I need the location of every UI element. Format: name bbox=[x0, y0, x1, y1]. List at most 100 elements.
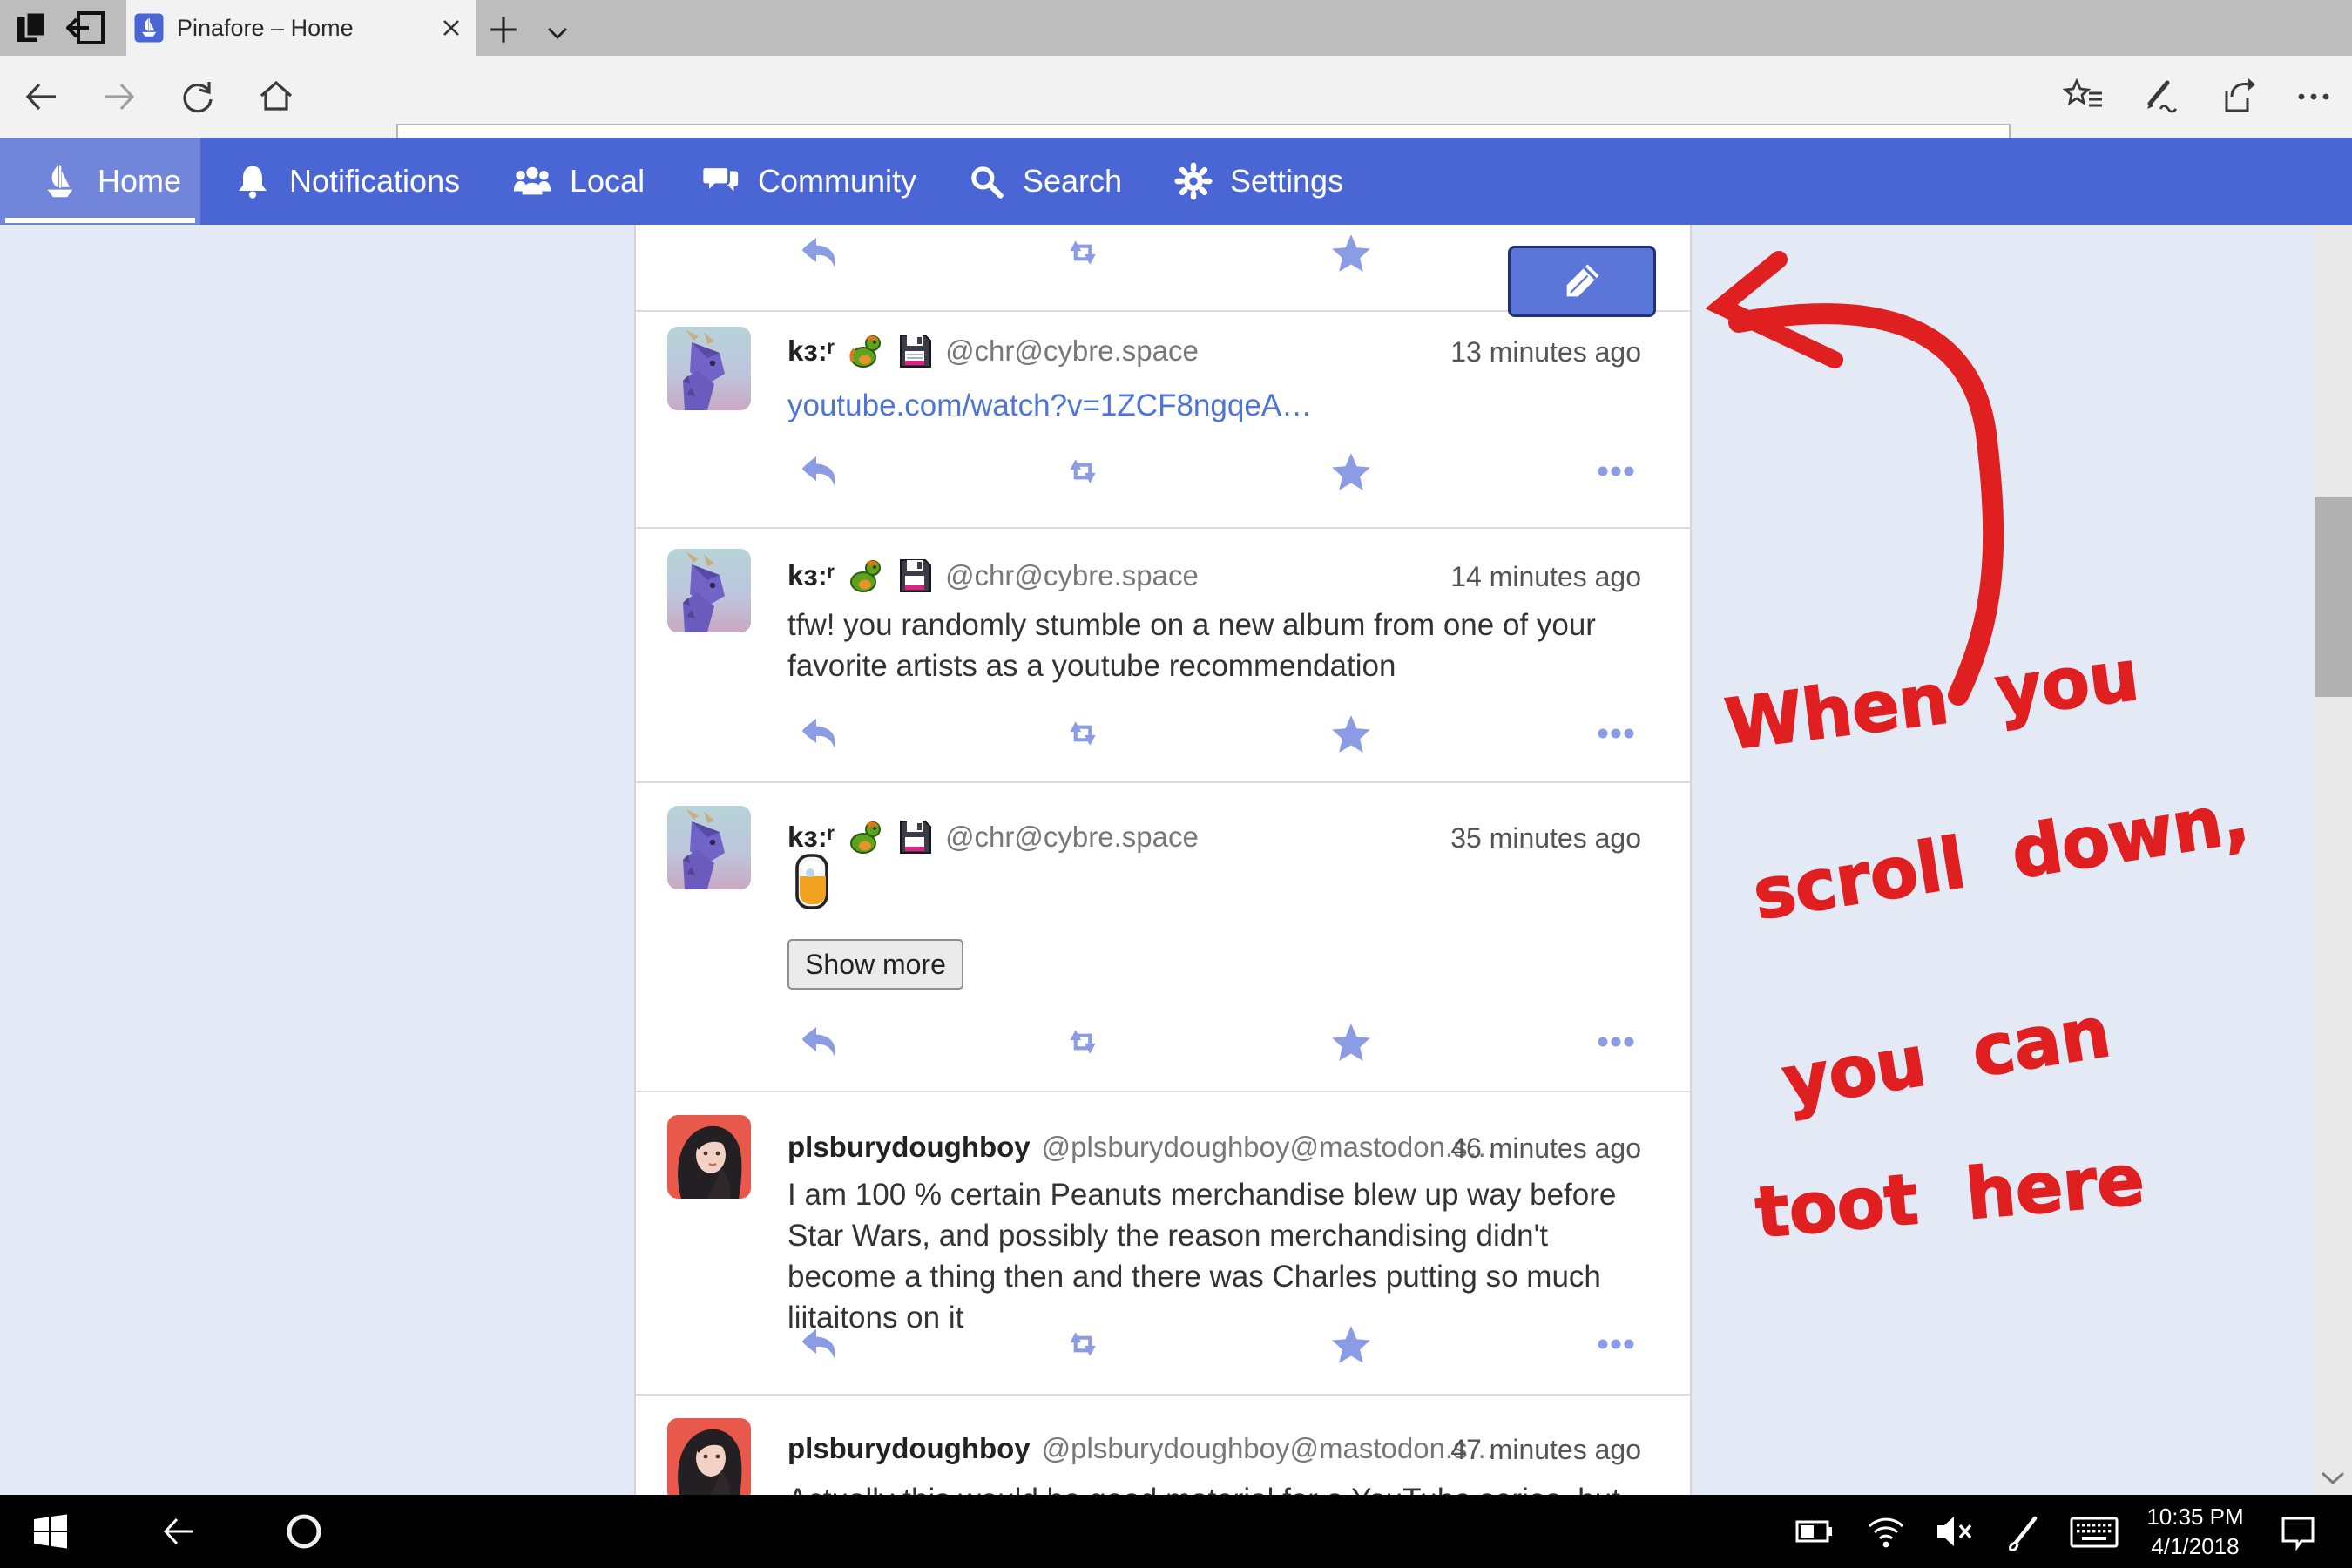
close-icon[interactable] bbox=[436, 12, 467, 44]
pinafore-favicon bbox=[133, 12, 165, 44]
nav-label: Home bbox=[98, 163, 181, 199]
home-icon[interactable] bbox=[255, 76, 297, 118]
web-note-icon[interactable] bbox=[2139, 76, 2181, 118]
star-icon[interactable] bbox=[1329, 232, 1371, 274]
ellipsis-icon[interactable] bbox=[1595, 450, 1637, 492]
timeline-viewport: kɜ:ʳ @chr@cybre.space 13 minutes ago you… bbox=[0, 225, 2352, 1495]
toot-header: plsburydoughboy @plsburydoughboy@mastodo… bbox=[787, 1429, 1497, 1469]
drink-emoji bbox=[789, 854, 836, 911]
nav-item-home[interactable]: Home bbox=[0, 138, 200, 225]
tab-preview-icon[interactable] bbox=[12, 7, 54, 49]
new-tab-icon[interactable] bbox=[484, 9, 526, 51]
set-aside-tabs-icon[interactable] bbox=[66, 7, 108, 49]
nav-item-search[interactable]: Search bbox=[967, 138, 1122, 225]
toot-content: youtube.com/watch?v=1ZCF8ngqeA… bbox=[787, 385, 1637, 426]
people-icon bbox=[512, 161, 552, 201]
toot-header: kɜ:ʳ @chr@cybre.space bbox=[787, 817, 1199, 857]
cortana-icon[interactable] bbox=[282, 1510, 326, 1553]
tab-chevron-icon[interactable] bbox=[540, 12, 582, 54]
reply-icon[interactable] bbox=[798, 450, 840, 492]
browser-tab-bar: Pinafore – Home bbox=[0, 0, 2352, 56]
toot-header: kɜ:ʳ @chr@cybre.space bbox=[787, 331, 1199, 371]
pen-icon[interactable] bbox=[2004, 1511, 2044, 1551]
magnifier-icon bbox=[967, 162, 1005, 200]
display-name: plsburydoughboy bbox=[787, 1432, 1031, 1465]
account-handle: @plsburydoughboy@mastodon.s… bbox=[1042, 1432, 1497, 1465]
timestamp: 47 minutes ago bbox=[1450, 1434, 1641, 1466]
account-handle: @plsburydoughboy@mastodon.s… bbox=[1042, 1131, 1497, 1164]
avatar[interactable] bbox=[667, 1115, 751, 1199]
star-icon[interactable] bbox=[1329, 1021, 1371, 1063]
toot-link[interactable]: youtube.com/watch?v=1ZCF8ngqeA… bbox=[787, 389, 1312, 422]
compose-toot-button[interactable] bbox=[1508, 246, 1656, 317]
star-icon[interactable] bbox=[1329, 713, 1371, 754]
toot: kɜ:ʳ @chr@cybre.space 13 minutes ago you… bbox=[636, 312, 1690, 529]
dragon-emoji bbox=[846, 332, 884, 370]
boost-icon[interactable] bbox=[1064, 1021, 1105, 1063]
taskbar-back-icon[interactable] bbox=[159, 1511, 199, 1551]
display-name: plsburydoughboy bbox=[787, 1131, 1031, 1164]
account-handle: @chr@cybre.space bbox=[945, 335, 1199, 368]
timestamp: 35 minutes ago bbox=[1450, 822, 1641, 855]
annotation-line: toot here bbox=[1753, 1139, 2148, 1254]
avatar[interactable] bbox=[667, 1418, 751, 1495]
boost-icon[interactable] bbox=[1064, 713, 1105, 754]
taskbar-clock[interactable]: 10:35 PM 4/1/2018 bbox=[2126, 1502, 2265, 1561]
display-name: kɜ:ʳ bbox=[787, 559, 835, 592]
star-icon[interactable] bbox=[1329, 1323, 1371, 1365]
annotation-line: When you bbox=[1721, 635, 2143, 766]
ellipsis-icon[interactable] bbox=[1595, 713, 1637, 754]
nav-item-notifications[interactable]: Notifications bbox=[233, 138, 460, 225]
nav-item-community[interactable]: Community bbox=[700, 138, 916, 225]
share-icon[interactable] bbox=[2216, 76, 2258, 118]
boost-icon[interactable] bbox=[1064, 1323, 1105, 1365]
boost-icon[interactable] bbox=[1064, 450, 1105, 492]
boost-icon[interactable] bbox=[1064, 232, 1105, 274]
windows-taskbar: 10:35 PM 4/1/2018 bbox=[0, 1495, 2352, 1568]
avatar[interactable] bbox=[667, 806, 751, 889]
avatar[interactable] bbox=[667, 549, 751, 632]
back-icon[interactable] bbox=[20, 76, 62, 118]
reply-icon[interactable] bbox=[798, 1021, 840, 1063]
browser-tab[interactable]: Pinafore – Home bbox=[126, 0, 476, 56]
avatar[interactable] bbox=[667, 327, 751, 410]
more-icon[interactable] bbox=[2293, 76, 2335, 118]
show-more-button[interactable]: Show more bbox=[787, 939, 963, 990]
toot: kɜ:ʳ @chr@cybre.space 14 minutes ago tfw… bbox=[636, 529, 1690, 783]
browser-toolbar: https://dev.pinafore.social/ bbox=[0, 56, 2352, 138]
toot: kɜ:ʳ @chr@cybre.space 35 minutes ago Sho… bbox=[636, 783, 1690, 1092]
touch-keyboard-icon[interactable] bbox=[2070, 1515, 2119, 1550]
scrollbar-thumb[interactable] bbox=[2315, 497, 2352, 697]
sailboat-icon bbox=[40, 161, 80, 201]
nav-label: Notifications bbox=[289, 163, 460, 199]
nav-label: Search bbox=[1023, 163, 1122, 199]
gear-icon bbox=[1174, 162, 1213, 200]
scroll-down-arrow-icon[interactable] bbox=[2317, 1467, 2349, 1490]
timeline-column: kɜ:ʳ @chr@cybre.space 13 minutes ago you… bbox=[634, 225, 1692, 1495]
reply-icon[interactable] bbox=[798, 232, 840, 274]
ellipsis-icon[interactable] bbox=[1595, 1323, 1637, 1365]
wifi-icon[interactable] bbox=[1866, 1512, 1906, 1551]
timestamp: 14 minutes ago bbox=[1450, 561, 1641, 593]
nav-label: Community bbox=[758, 163, 916, 199]
reply-icon[interactable] bbox=[798, 1323, 840, 1365]
reply-icon[interactable] bbox=[798, 713, 840, 754]
floppy-disk-emoji bbox=[896, 818, 934, 856]
annotation-line: you can bbox=[1777, 991, 2115, 1123]
ellipsis-icon[interactable] bbox=[1595, 1021, 1637, 1063]
nav-item-local[interactable]: Local bbox=[512, 138, 645, 225]
floppy-disk-emoji bbox=[896, 332, 934, 370]
muted-speaker-icon[interactable] bbox=[1934, 1513, 1976, 1550]
chat-bubbles-icon bbox=[700, 161, 740, 201]
forward-icon[interactable] bbox=[98, 76, 140, 118]
display-name: kɜ:ʳ bbox=[787, 335, 835, 368]
refresh-icon[interactable] bbox=[177, 76, 219, 118]
windows-logo-icon[interactable] bbox=[33, 1514, 68, 1549]
action-center-icon[interactable] bbox=[2279, 1513, 2317, 1551]
battery-icon[interactable] bbox=[1794, 1513, 1835, 1550]
hub-favorites-icon[interactable] bbox=[2063, 76, 2105, 118]
scrollbar-track[interactable] bbox=[2315, 225, 2352, 1495]
nav-item-settings[interactable]: Settings bbox=[1174, 138, 1343, 225]
bell-icon bbox=[233, 162, 272, 200]
star-icon[interactable] bbox=[1329, 450, 1371, 492]
